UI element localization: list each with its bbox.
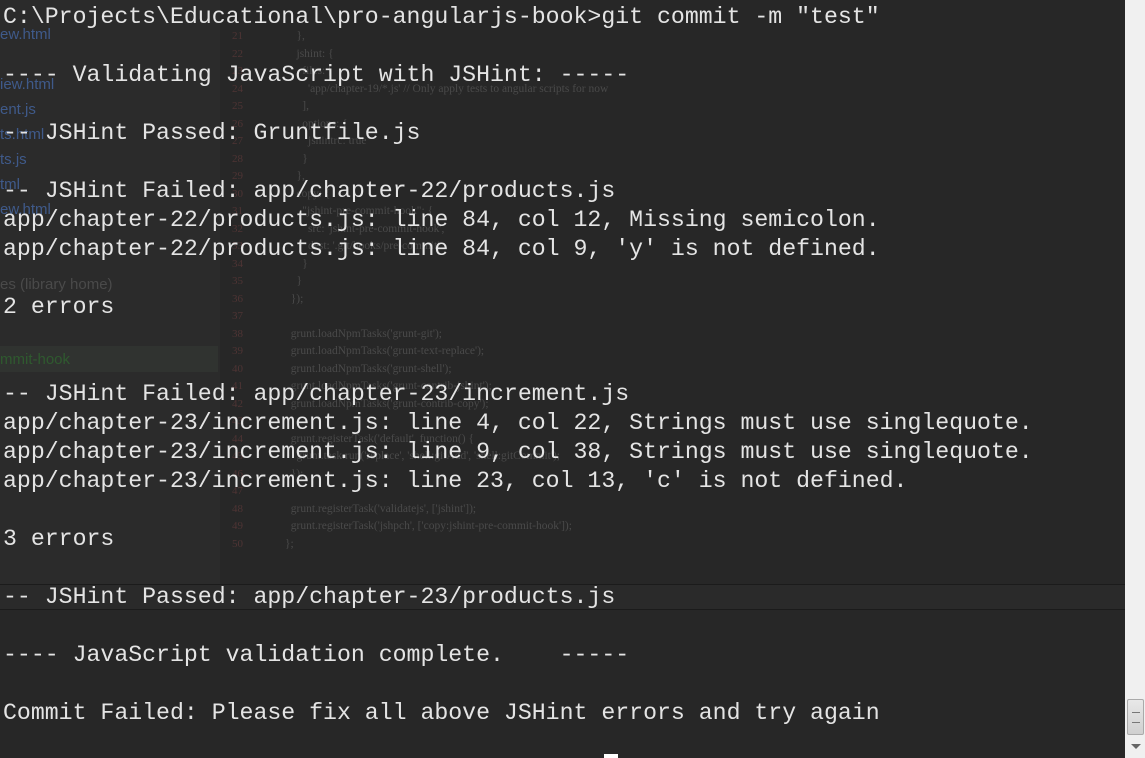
scrollbar[interactable] (1125, 0, 1145, 758)
terminal-line: C:\Projects\Educational\pro-angularjs-bo… (3, 4, 880, 30)
terminal-line: app/chapter-23/increment.js: line 23, co… (3, 468, 908, 494)
terminal-line: 2 errors (3, 294, 115, 320)
terminal-line: -- JSHint Passed: app/chapter-23/product… (3, 584, 616, 610)
terminal-line: app/chapter-23/increment.js: line 9, col… (3, 439, 1033, 465)
terminal-line: app/chapter-23/increment.js: line 4, col… (3, 410, 1033, 436)
terminal-output: C:\Projects\Educational\pro-angularjs-bo… (3, 3, 1145, 728)
terminal-line: ---- Validating JavaScript with JSHint: … (3, 62, 630, 88)
terminal-line: Commit Failed: Please fix all above JSHi… (3, 700, 880, 726)
terminal-line: app/chapter-22/products.js: line 84, col… (3, 236, 880, 262)
grip-icon (1132, 712, 1140, 723)
terminal-line: -- JSHint Passed: Gruntfile.js (3, 120, 421, 146)
terminal-line: 3 errors (3, 526, 115, 552)
terminal-line: -- JSHint Failed: app/chapter-22/product… (3, 178, 616, 204)
terminal-line: ---- JavaScript validation complete. ---… (3, 642, 630, 668)
scroll-down-arrow-icon[interactable] (1131, 744, 1141, 749)
scrollbar-thumb[interactable] (1127, 699, 1144, 735)
terminal-line: -- JSHint Failed: app/chapter-23/increme… (3, 381, 630, 407)
terminal-line: app/chapter-22/products.js: line 84, col… (3, 207, 880, 233)
text-cursor (604, 754, 618, 758)
